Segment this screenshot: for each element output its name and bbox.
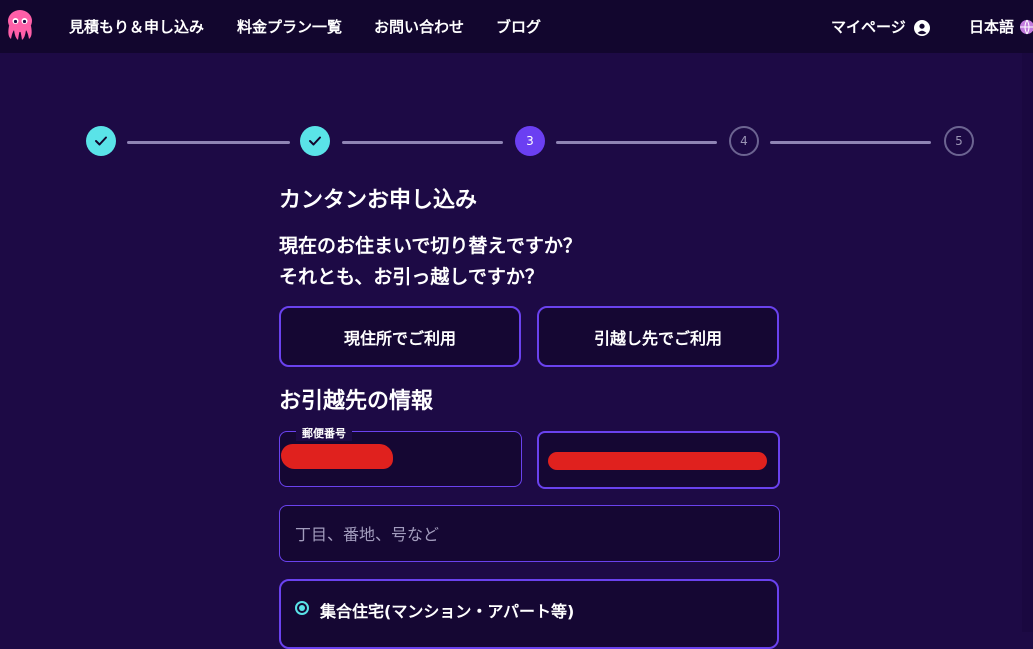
address-detail-input[interactable] <box>293 519 767 549</box>
globe-icon[interactable] <box>1019 19 1033 35</box>
question-line-1: 現在のお住まいで切り替えですか？ <box>279 235 582 257</box>
nav-item-contact[interactable]: お問い合わせ <box>374 16 464 37</box>
mypage-label: マイページ <box>831 18 906 36</box>
step-connector <box>342 141 503 144</box>
moving-address-button[interactable]: 引越し先でご利用 <box>537 306 779 367</box>
step-3: 3 <box>515 126 545 156</box>
check-icon <box>309 136 321 146</box>
nav-item-plans[interactable]: 料金プラン一覧 <box>237 16 342 37</box>
redaction-mark <box>281 444 393 469</box>
step-4: 4 <box>729 126 759 156</box>
user-icon <box>913 19 930 36</box>
question-line-2: それとも、お引っ越しですか？ <box>279 266 544 288</box>
radio-selected-icon[interactable] <box>295 601 309 615</box>
language-selector[interactable]: 日本語 <box>969 16 1014 37</box>
section-title: お引越先の情報 <box>279 389 434 414</box>
step-2 <box>300 126 330 156</box>
form-title: カンタンお申し込み <box>279 188 478 213</box>
check-icon <box>95 136 107 146</box>
page-scrollbar[interactable] <box>1022 53 1033 632</box>
mypage-link[interactable]: マイページ <box>831 16 930 37</box>
housing-type-label: 集合住宅(マンション・アパート等) <box>320 602 575 621</box>
step-connector <box>770 141 931 144</box>
step-1 <box>86 126 116 156</box>
postal-code-label: 郵便番号 <box>296 425 352 441</box>
nav-item-blog[interactable]: ブログ <box>496 16 541 37</box>
step-5: 5 <box>944 126 974 156</box>
top-navigation-bar: 見積もり＆申し込み 料金プラン一覧 お問い合わせ ブログ マイページ 日本語 <box>0 0 1033 53</box>
step-connector <box>556 141 717 144</box>
redaction-mark <box>548 452 767 470</box>
current-address-button[interactable]: 現住所でご利用 <box>279 306 521 367</box>
nav-item-estimate[interactable]: 見積もり＆申し込み <box>69 16 204 37</box>
octopus-logo-icon[interactable] <box>4 8 36 42</box>
step-connector <box>127 141 290 144</box>
